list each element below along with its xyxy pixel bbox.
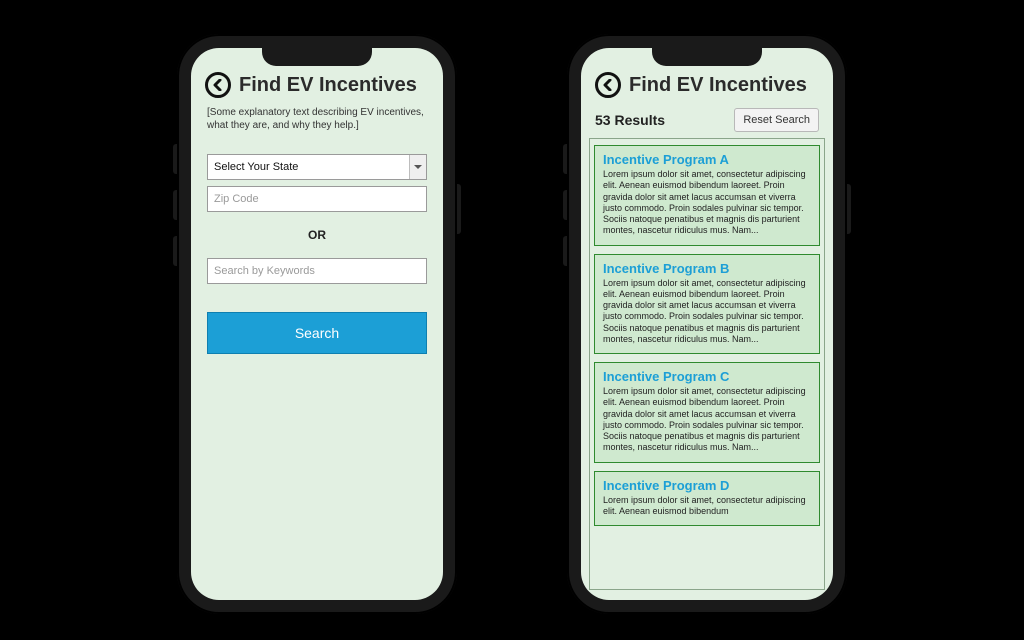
- phone-frame-results: Find EV Incentives 53 Results Reset Sear…: [567, 34, 847, 614]
- state-select-placeholder: Select Your State: [214, 161, 298, 173]
- page-title: Find EV Incentives: [629, 74, 807, 96]
- chevron-left-icon: [602, 79, 614, 91]
- result-desc: Lorem ipsum dolor sit amet, consectetur …: [603, 495, 811, 518]
- result-title[interactable]: Incentive Program B: [603, 261, 811, 276]
- keyword-placeholder: Search by Keywords: [214, 265, 315, 277]
- reset-search-button[interactable]: Reset Search: [734, 108, 819, 132]
- chevron-left-icon: [212, 79, 224, 91]
- explanatory-text: [Some explanatory text describing EV inc…: [191, 104, 443, 146]
- search-button[interactable]: Search: [207, 312, 427, 354]
- phone-frame-search: Find EV Incentives [Some explanatory tex…: [177, 34, 457, 614]
- screen-search: Find EV Incentives [Some explanatory tex…: [191, 48, 443, 600]
- results-bar: 53 Results Reset Search: [581, 104, 833, 138]
- back-button[interactable]: [205, 72, 231, 98]
- chevron-down-icon: [409, 155, 426, 179]
- result-desc: Lorem ipsum dolor sit amet, consectetur …: [603, 386, 811, 454]
- result-card: Incentive Program A Lorem ipsum dolor si…: [594, 145, 820, 246]
- screen-results: Find EV Incentives 53 Results Reset Sear…: [581, 48, 833, 600]
- result-title[interactable]: Incentive Program C: [603, 369, 811, 384]
- result-title[interactable]: Incentive Program A: [603, 152, 811, 167]
- notch: [652, 48, 762, 66]
- result-card: Incentive Program D Lorem ipsum dolor si…: [594, 471, 820, 527]
- search-form: Select Your State Zip Code OR Search by …: [191, 146, 443, 354]
- or-divider: OR: [207, 218, 427, 252]
- result-card: Incentive Program C Lorem ipsum dolor si…: [594, 362, 820, 463]
- result-card: Incentive Program B Lorem ipsum dolor si…: [594, 254, 820, 355]
- result-title[interactable]: Incentive Program D: [603, 478, 811, 493]
- back-button[interactable]: [595, 72, 621, 98]
- results-count: 53 Results: [595, 112, 665, 128]
- reset-button-label: Reset Search: [743, 114, 810, 126]
- keyword-input[interactable]: Search by Keywords: [207, 258, 427, 284]
- zip-input[interactable]: Zip Code: [207, 186, 427, 212]
- page-title: Find EV Incentives: [239, 74, 417, 96]
- result-desc: Lorem ipsum dolor sit amet, consectetur …: [603, 169, 811, 237]
- results-list[interactable]: Incentive Program A Lorem ipsum dolor si…: [589, 138, 825, 590]
- notch: [262, 48, 372, 66]
- search-button-label: Search: [295, 325, 339, 341]
- state-select[interactable]: Select Your State: [207, 154, 427, 180]
- result-desc: Lorem ipsum dolor sit amet, consectetur …: [603, 278, 811, 346]
- zip-placeholder: Zip Code: [214, 193, 259, 205]
